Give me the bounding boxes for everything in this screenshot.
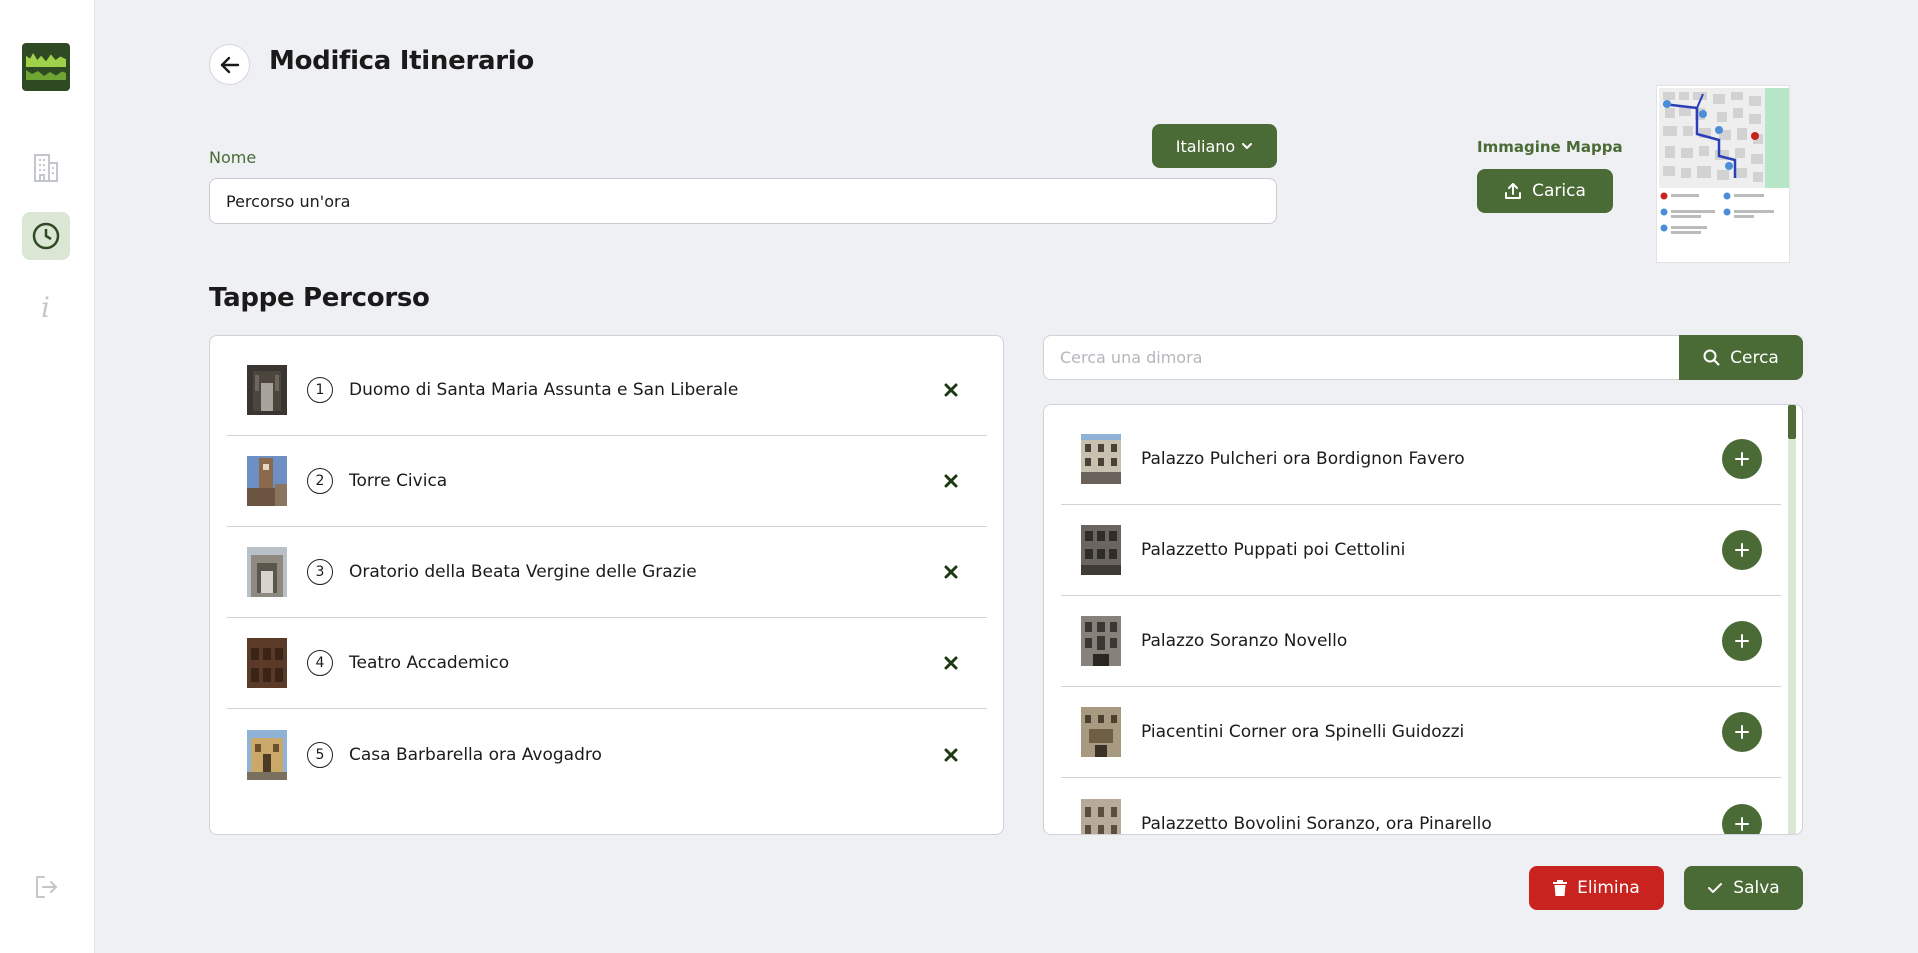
result-name: Palazzetto Bovolini Soranzo, ora Pinarel… xyxy=(1141,813,1492,834)
remove-stop-button[interactable] xyxy=(939,743,963,767)
language-dropdown[interactable]: Italiano xyxy=(1152,124,1277,168)
plus-icon xyxy=(1735,634,1749,648)
search-button-label: Cerca xyxy=(1730,347,1779,368)
search-results-list: Palazzo Pulcheri ora Bordignon Favero Pa… xyxy=(1043,404,1803,835)
stop-name: Teatro Accademico xyxy=(349,653,510,673)
stop-number: 1 xyxy=(307,377,333,403)
search-input[interactable] xyxy=(1043,335,1679,380)
stop-item[interactable]: 2 Torre Civica xyxy=(227,436,987,527)
close-icon xyxy=(944,474,958,488)
logout-icon xyxy=(36,876,57,898)
back-button[interactable] xyxy=(209,44,250,85)
stop-item[interactable]: 3 Oratorio della Beata Vergine delle Gra… xyxy=(227,527,987,618)
stop-item[interactable]: 1 Duomo di Santa Maria Assunta e San Lib… xyxy=(227,345,987,436)
close-icon xyxy=(944,748,958,761)
nav-itineraries[interactable] xyxy=(22,212,70,260)
close-icon xyxy=(944,383,958,397)
arrow-left-icon xyxy=(220,56,239,73)
stop-number: 3 xyxy=(307,559,333,585)
result-item[interactable]: Palazzo Soranzo Novello xyxy=(1061,596,1781,687)
result-item[interactable]: Piacentini Corner ora Spinelli Guidozzi xyxy=(1061,687,1781,778)
result-thumbnail xyxy=(1081,525,1121,575)
map-image-label: Immagine Mappa xyxy=(1477,138,1623,156)
stops-section-title: Tappe Percorso xyxy=(209,283,430,313)
add-stop-button[interactable] xyxy=(1722,530,1762,570)
plus-icon xyxy=(1735,543,1749,557)
info-icon: i xyxy=(41,291,50,321)
stop-thumbnail xyxy=(247,547,287,597)
stop-name: Oratorio della Beata Vergine delle Grazi… xyxy=(349,562,697,582)
stop-number: 5 xyxy=(307,741,333,768)
stop-thumbnail xyxy=(247,456,287,506)
remove-stop-button[interactable] xyxy=(939,651,963,675)
result-item[interactable]: Palazzetto Bovolini Soranzo, ora Pinarel… xyxy=(1061,778,1781,834)
add-stop-button[interactable] xyxy=(1722,803,1762,834)
nav-info[interactable]: i xyxy=(22,282,70,330)
upload-map-button[interactable]: Carica xyxy=(1477,169,1613,213)
stop-item[interactable]: 4 Teatro Accademico xyxy=(227,618,987,709)
name-input[interactable] xyxy=(209,178,1277,224)
search-button[interactable]: Cerca xyxy=(1679,335,1803,380)
stop-thumbnail xyxy=(247,729,287,780)
save-label: Salva xyxy=(1733,878,1780,898)
stop-number: 2 xyxy=(307,468,333,494)
close-icon xyxy=(944,656,958,670)
chevron-down-icon xyxy=(1242,143,1253,149)
remove-stop-button[interactable] xyxy=(939,560,963,584)
result-name: Palazzetto Puppati poi Cettolini xyxy=(1141,540,1406,560)
result-thumbnail xyxy=(1081,798,1121,834)
upload-icon xyxy=(1505,183,1522,199)
remove-stop-button[interactable] xyxy=(939,378,963,402)
name-label: Nome xyxy=(209,148,257,167)
stop-number: 4 xyxy=(307,650,333,676)
delete-button[interactable]: Elimina xyxy=(1529,866,1664,910)
result-thumbnail xyxy=(1081,434,1121,484)
nav-buildings[interactable] xyxy=(22,143,70,191)
result-name: Palazzo Pulcheri ora Bordignon Favero xyxy=(1141,449,1465,469)
app-logo xyxy=(22,43,70,91)
plus-icon xyxy=(1735,725,1749,739)
delete-label: Elimina xyxy=(1577,878,1640,898)
plus-icon xyxy=(1735,452,1749,466)
result-name: Piacentini Corner ora Spinelli Guidozzi xyxy=(1141,722,1465,742)
add-stop-button[interactable] xyxy=(1722,712,1762,752)
upload-label: Carica xyxy=(1532,181,1586,201)
add-stop-button[interactable] xyxy=(1722,621,1762,661)
scrollbar-thumb[interactable] xyxy=(1788,405,1796,439)
stop-item[interactable]: 5 Casa Barbarella ora Avogadro xyxy=(227,709,987,800)
stops-list: 1 Duomo di Santa Maria Assunta e San Lib… xyxy=(209,335,1004,835)
trash-icon xyxy=(1553,880,1568,896)
sidebar: i xyxy=(0,0,95,953)
result-thumbnail xyxy=(1081,707,1121,757)
add-stop-button[interactable] xyxy=(1722,439,1762,479)
save-button[interactable]: Salva xyxy=(1684,866,1803,910)
scrollbar-track[interactable] xyxy=(1788,405,1796,834)
result-name: Palazzo Soranzo Novello xyxy=(1141,631,1348,651)
check-icon xyxy=(1708,883,1723,893)
stop-name: Casa Barbarella ora Avogadro xyxy=(349,744,602,765)
stop-thumbnail xyxy=(247,365,287,415)
clock-icon xyxy=(32,222,60,250)
stop-name: Torre Civica xyxy=(349,471,448,491)
building-icon xyxy=(34,154,58,182)
close-icon xyxy=(944,565,958,579)
stop-thumbnail xyxy=(247,638,287,688)
result-item[interactable]: Palazzo Pulcheri ora Bordignon Favero xyxy=(1061,414,1781,505)
plus-icon xyxy=(1735,816,1749,831)
page-title: Modifica Itinerario xyxy=(269,46,534,76)
map-preview-image xyxy=(1656,85,1790,263)
stop-name: Duomo di Santa Maria Assunta e San Liber… xyxy=(349,380,739,400)
language-label: Italiano xyxy=(1175,136,1236,156)
remove-stop-button[interactable] xyxy=(939,469,963,493)
search-icon xyxy=(1703,349,1720,366)
logout-button[interactable] xyxy=(30,872,62,902)
result-item[interactable]: Palazzetto Puppati poi Cettolini xyxy=(1061,505,1781,596)
svg-text:i: i xyxy=(41,291,50,321)
result-thumbnail xyxy=(1081,616,1121,666)
